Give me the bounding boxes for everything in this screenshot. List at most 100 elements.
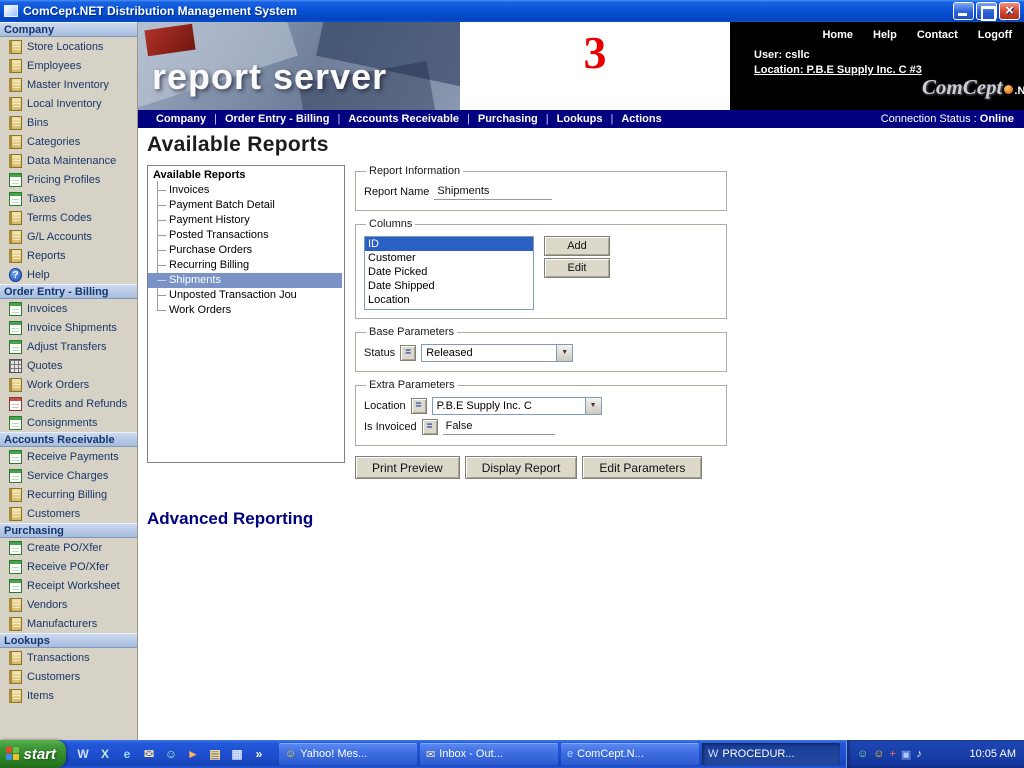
sidebar-item-label: Customers [27,508,80,520]
tree-item-recurring-billing[interactable]: Recurring Billing [157,258,344,273]
is-invoiced-operator-button[interactable]: = [422,419,438,435]
tree-item-unposted-transaction-jou[interactable]: Unposted Transaction Jou [157,288,344,303]
sidebar-item-adjust-transfers[interactable]: Adjust Transfers [0,337,137,356]
sidebar-item-store-locations[interactable]: Store Locations [0,37,137,56]
word-icon[interactable]: W [75,746,91,762]
sidebar-item-g-l-accounts[interactable]: G/L Accounts [0,227,137,246]
sidebar-item-local-inventory[interactable]: Local Inventory [0,94,137,113]
folder-icon[interactable]: ▤ [207,746,223,762]
sidebar-item-manufacturers[interactable]: Manufacturers [0,614,137,633]
sidebar-item-receive-payments[interactable]: Receive Payments [0,447,137,466]
task-window-procedur[interactable]: WPROCEDUR... [702,743,840,765]
tree-item-shipments[interactable]: Shipments [148,273,342,288]
show-desktop-icon[interactable]: ▦ [229,746,245,762]
sidebar-item-customers[interactable]: Customers [0,667,137,686]
maximize-button[interactable] [976,2,997,20]
book-icon [9,488,22,502]
sidebar-item-receive-po-xfer[interactable]: Receive PO/Xfer [0,557,137,576]
is-invoiced-input[interactable] [443,419,555,435]
header-link-logoff[interactable]: Logoff [978,29,1012,41]
tree-item-purchase-orders[interactable]: Purchase Orders [157,243,344,258]
sidebar-item-recurring-billing[interactable]: Recurring Billing [0,485,137,504]
overflow-chevron-icon[interactable]: » [251,746,267,762]
location-operator-button[interactable]: = [411,398,427,414]
sidebar-item-taxes[interactable]: Taxes [0,189,137,208]
messenger-icon[interactable]: ☺ [163,746,179,762]
sidebar-item-invoice-shipments[interactable]: Invoice Shipments [0,318,137,337]
sidebar-item-create-po-xfer[interactable]: Create PO/Xfer [0,538,137,557]
header-link-help[interactable]: Help [873,29,897,41]
sidebar-item-transactions[interactable]: Transactions [0,648,137,667]
edit-button[interactable]: Edit [544,258,610,278]
sidebar-item-work-orders[interactable]: Work Orders [0,375,137,394]
taskbar-clock[interactable]: 10:05 AM [970,748,1016,760]
sidebar-item-categories[interactable]: Categories [0,132,137,151]
column-option-date-picked[interactable]: Date Picked [365,265,533,279]
sidebar-item-consignments[interactable]: Consignments [0,413,137,432]
nav-item-accounts-receivable[interactable]: Accounts Receivable [340,113,467,125]
report-name-input[interactable] [434,184,552,200]
status-operator-button[interactable]: = [400,345,416,361]
sidebar-item-invoices[interactable]: Invoices [0,299,137,318]
add-button[interactable]: Add [544,236,610,256]
sidebar-item-data-maintenance[interactable]: Data Maintenance [0,151,137,170]
column-option-customer[interactable]: Customer [365,251,533,265]
tree-item-posted-transactions[interactable]: Posted Transactions [157,228,344,243]
display-report-button[interactable]: Display Report [465,456,578,479]
tree-item-invoices[interactable]: Invoices [157,183,344,198]
network-tray-icon[interactable]: ▣ [901,748,911,761]
sidebar-item-customers[interactable]: Customers [0,504,137,523]
internet-explorer-icon[interactable]: e [119,746,135,762]
sidebar-item-credits-and-refunds[interactable]: Credits and Refunds [0,394,137,413]
sidebar-item-bins[interactable]: Bins [0,113,137,132]
sidebar-item-pricing-profiles[interactable]: Pricing Profiles [0,170,137,189]
sidebar-item-service-charges[interactable]: Service Charges [0,466,137,485]
smiley-tray-icon[interactable]: ☺ [873,748,884,760]
media-player-icon[interactable]: ► [185,746,201,762]
sidebar-item-terms-codes[interactable]: Terms Codes [0,208,137,227]
column-option-id[interactable]: ID [365,237,533,251]
column-option-date-shipped[interactable]: Date Shipped [365,279,533,293]
task-window-inbox-out[interactable]: ✉Inbox - Out... [420,743,558,765]
minimize-button[interactable] [953,2,974,20]
sidebar-item-reports[interactable]: Reports [0,246,137,265]
sidebar-item-vendors[interactable]: Vendors [0,595,137,614]
outlook-icon[interactable]: ✉ [141,746,157,762]
sidebar-item-items[interactable]: Items [0,686,137,705]
nav-item-company[interactable]: Company [148,113,214,125]
sheet-icon [9,579,22,593]
dropdown-arrow-icon[interactable] [556,345,572,361]
task-window-comcept-n[interactable]: eComCept.N... [561,743,699,765]
nav-item-order-entry-billing[interactable]: Order Entry - Billing [217,113,338,125]
sidebar-item-help[interactable]: Help [0,265,137,284]
tree-item-payment-history[interactable]: Payment History [157,213,344,228]
nav-item-lookups[interactable]: Lookups [549,113,611,125]
edit-parameters-button[interactable]: Edit Parameters [582,456,702,479]
sidebar-item-master-inventory[interactable]: Master Inventory [0,75,137,94]
sidebar-item-receipt-worksheet[interactable]: Receipt Worksheet [0,576,137,595]
tree-item-payment-batch-detail[interactable]: Payment Batch Detail [157,198,344,213]
header-link-contact[interactable]: Contact [917,29,958,41]
location-dropdown[interactable]: P.B.E Supply Inc. C [432,397,602,415]
tree-root-item[interactable]: Available Reports [152,168,344,183]
columns-listbox[interactable]: IDCustomerDate PickedDate ShippedLocatio… [364,236,534,310]
antivirus-tray-icon[interactable]: + [889,748,895,760]
dropdown-arrow-icon[interactable] [585,398,601,414]
location-link[interactable]: Location: P.B.E Supply Inc. C #3 [754,63,922,78]
header-link-home[interactable]: Home [822,29,853,41]
start-button[interactable]: start [0,740,66,768]
excel-icon[interactable]: X [97,746,113,762]
status-dropdown[interactable]: Released [421,344,573,362]
nav-item-purchasing[interactable]: Purchasing [470,113,546,125]
nav-item-actions[interactable]: Actions [613,113,669,125]
close-button[interactable] [999,2,1020,20]
tree-item-work-orders[interactable]: Work Orders [157,303,344,318]
column-option-location[interactable]: Location [365,293,533,307]
volume-tray-icon[interactable]: ♪ [916,748,922,760]
print-preview-button[interactable]: Print Preview [355,456,460,479]
sidebar-item-quotes[interactable]: Quotes [0,356,137,375]
task-window-yahoo-mes[interactable]: ☺Yahoo! Mes... [279,743,417,765]
advanced-reporting-link[interactable]: Advanced Reporting [147,509,313,529]
messenger-tray-icon[interactable]: ☺ [857,748,868,760]
sidebar-item-employees[interactable]: Employees [0,56,137,75]
